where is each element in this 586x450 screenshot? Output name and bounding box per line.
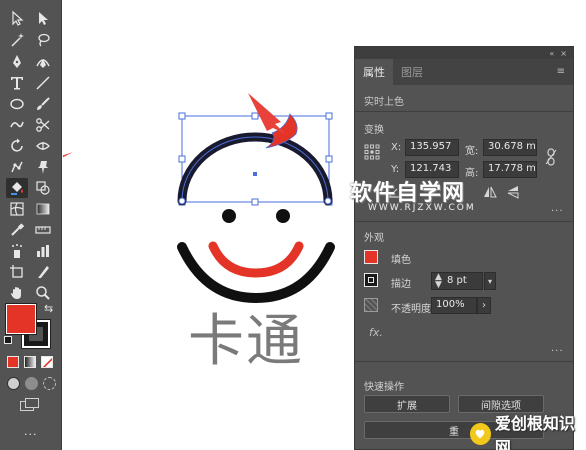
line-tool-icon[interactable] (32, 73, 54, 93)
scissors-tool-icon[interactable] (32, 115, 54, 135)
magic-wand-tool-icon[interactable] (6, 30, 28, 50)
rotate-tool-icon[interactable] (6, 136, 28, 156)
left-eye[interactable] (222, 209, 236, 223)
selection-type-label: 实时上色 (364, 97, 404, 108)
gradient-mode-icon[interactable] (24, 356, 36, 368)
gradient-tool-icon[interactable] (32, 199, 54, 219)
annotation-arrow-tool (63, 152, 73, 158)
x-field[interactable]: 135.957 (405, 139, 459, 156)
constrain-proportions-icon[interactable] (545, 148, 557, 166)
none-mode-icon[interactable] (41, 356, 53, 368)
reference-point-icon[interactable] (364, 144, 380, 160)
tab-properties[interactable]: 属性 (355, 59, 393, 85)
artwork-caption[interactable]: 卡通 (188, 314, 304, 370)
stroke-weight-dropdown-icon[interactable]: ▾ (484, 272, 496, 290)
column-graph-tool-icon[interactable] (32, 241, 54, 261)
opacity-icon (364, 298, 378, 312)
appearance-more-options-icon[interactable]: ... (551, 343, 564, 354)
divider (355, 111, 573, 112)
fill-stroke-widget[interactable]: ⇆ (4, 300, 58, 350)
screen-mode-icon[interactable] (20, 398, 40, 412)
head-arc-path (181, 136, 329, 202)
quick-actions-title: 快速操作 (364, 382, 404, 393)
panel-title-bar: « × (355, 47, 573, 59)
watermark-logo-icon (470, 423, 491, 445)
opacity-label[interactable]: 不透明度 (391, 300, 431, 315)
artboard-tool-icon[interactable] (6, 262, 28, 282)
center-point (253, 172, 257, 176)
width-label: 宽: (465, 146, 479, 157)
shape-builder-tool-icon[interactable] (32, 178, 54, 198)
opacity-arrow-icon[interactable]: › (477, 297, 491, 314)
close-panel-icon[interactable]: × (560, 49, 567, 58)
divider (355, 221, 573, 222)
paintbrush-tool-icon[interactable] (32, 94, 54, 114)
stroke-weight-value[interactable]: 8 pt (447, 275, 467, 286)
right-eye[interactable] (276, 209, 290, 223)
illustrator-window: ⇆ ··· 卡通 « × 属性 图层 ≡ 实时上色 变换 X: 135.957 … (0, 0, 586, 450)
transform-section-title: 变换 (364, 125, 384, 136)
head-arc[interactable] (177, 132, 333, 206)
tools-panel: ⇆ ··· (0, 0, 62, 450)
fill-swatch[interactable] (6, 304, 36, 334)
properties-panel: « × 属性 图层 ≡ 实时上色 变换 X: 135.957 宽: 30.678… (354, 46, 574, 450)
live-paint-bucket-tool-icon[interactable] (6, 178, 28, 198)
height-label: 高: (465, 168, 479, 179)
lasso-tool-icon[interactable] (32, 30, 54, 50)
panel-menu-icon[interactable]: ≡ (557, 66, 565, 77)
shaper-tool-icon[interactable] (6, 115, 28, 135)
width-field[interactable]: 30.678 m (483, 139, 537, 156)
mouth[interactable] (208, 241, 304, 278)
measure-tool-icon[interactable] (32, 220, 54, 240)
height-field[interactable]: 17.778 m (483, 161, 537, 178)
panel-tabs: 属性 图层 ≡ (355, 59, 573, 85)
width-tool-icon[interactable] (32, 136, 54, 156)
flip-horizontal-icon[interactable] (483, 186, 497, 198)
y-label: Y: (391, 164, 400, 175)
draw-behind-icon[interactable] (25, 377, 38, 390)
curvature-tool-icon[interactable] (32, 52, 54, 72)
transform-more-options-icon[interactable]: ... (551, 203, 564, 214)
ellipse-tool-icon[interactable] (6, 94, 28, 114)
draw-inside-icon[interactable] (43, 377, 56, 390)
anchor-point-right[interactable] (324, 197, 332, 205)
watermark-site-url: WWW.RJZXW.COM (368, 203, 476, 213)
watermark-bottom: 爱创根知识网 (470, 414, 586, 450)
collapse-panel-icon[interactable]: « (549, 49, 554, 58)
more-tools-icon[interactable]: ··· (24, 428, 38, 441)
eyedropper-tool-icon[interactable] (6, 220, 28, 240)
slice-tool-icon[interactable] (32, 262, 54, 282)
pen-tool-icon[interactable] (6, 52, 28, 72)
default-fill-stroke-icon[interactable] (4, 336, 12, 344)
expand-button[interactable]: 扩展 (364, 395, 450, 413)
stepper-arrows-icon[interactable]: ▲ ▼ (435, 273, 442, 290)
draw-normal-icon[interactable] (7, 377, 20, 390)
swap-fill-stroke-icon[interactable]: ⇆ (44, 302, 53, 315)
fill-label: 填色 (391, 255, 411, 266)
stroke-label[interactable]: 描边 (391, 275, 411, 290)
pin-tool-icon[interactable] (32, 157, 54, 177)
divider (355, 361, 573, 362)
color-mode-icon[interactable] (7, 356, 19, 368)
x-label: X: (391, 142, 402, 153)
appearance-section-title: 外观 (364, 233, 384, 244)
direct-selection-tool-icon[interactable] (32, 8, 54, 28)
symbol-sprayer-tool-icon[interactable] (6, 241, 28, 261)
anchor-point-left[interactable] (178, 197, 186, 205)
watermark-bottom-text: 爱创根知识网 (494, 414, 575, 450)
stroke-swatch-button[interactable] (364, 273, 378, 287)
opacity-field[interactable]: 100% (431, 297, 477, 314)
puppet-warp-tool-icon[interactable] (6, 157, 28, 177)
stroke-weight-stepper[interactable]: ▲ ▼ 8 pt (431, 272, 483, 290)
mesh-tool-icon[interactable] (6, 199, 28, 219)
effects-fx-button[interactable]: fx. (369, 326, 383, 339)
type-tool-icon[interactable] (6, 73, 28, 93)
flip-vertical-icon[interactable] (507, 185, 519, 199)
fill-swatch-button[interactable] (364, 250, 378, 264)
tab-layers[interactable]: 图层 (393, 59, 431, 85)
selection-tool-icon[interactable] (6, 8, 28, 28)
